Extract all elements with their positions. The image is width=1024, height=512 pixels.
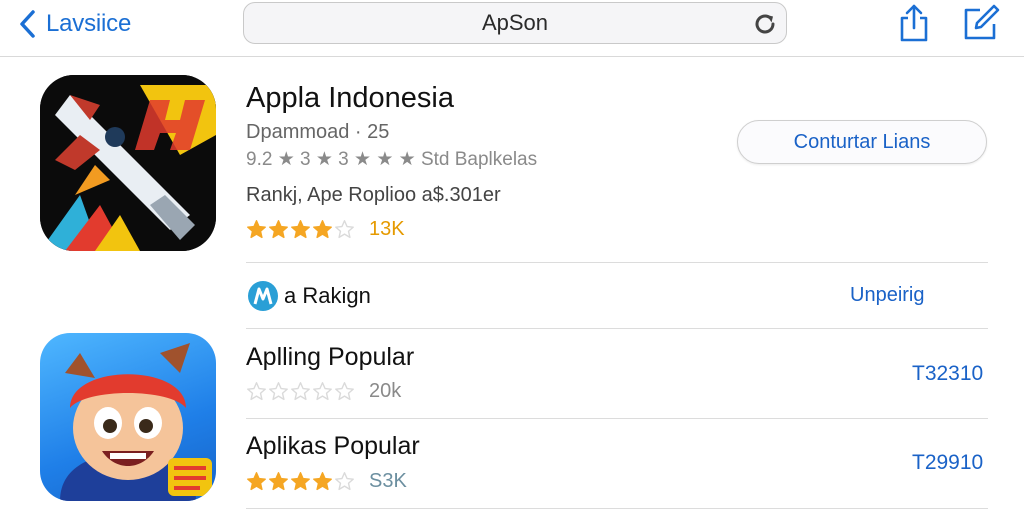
list-item-rating: S3K (246, 468, 407, 494)
divider (246, 262, 988, 263)
share-icon (900, 4, 928, 42)
star-icon (269, 219, 288, 238)
list-item-price[interactable]: T29910 (912, 451, 983, 475)
section-title: a Rakign (284, 283, 371, 308)
address-text: ApSon (481, 10, 549, 35)
app-icon-rocket[interactable] (40, 75, 216, 251)
cartoon-character-icon (60, 343, 212, 501)
star-icon (269, 471, 288, 490)
star-rating (246, 471, 355, 492)
star-icon (313, 381, 332, 400)
get-app-button[interactable]: Conturtar Lians (737, 120, 987, 164)
rating-count: 13K (369, 217, 405, 240)
star-icon (335, 381, 354, 400)
app-rating: 13K (246, 216, 405, 242)
get-app-label: Conturtar Lians (793, 130, 931, 153)
address-bar[interactable]: ApSon (243, 2, 787, 44)
compose-button[interactable] (960, 2, 1002, 44)
divider (246, 508, 988, 509)
reload-button[interactable] (750, 9, 780, 39)
chevron-left-icon (20, 10, 35, 38)
app-ranking: Rankj, Ape Roplioo a$.301er (246, 184, 501, 206)
star-icon (335, 219, 354, 238)
star-icon (291, 219, 310, 238)
star-icon (269, 381, 288, 400)
star-icon (247, 381, 266, 400)
app-icon-character[interactable] (40, 333, 216, 501)
app-title: Appla Indonesia (246, 82, 454, 114)
star-icon (313, 471, 332, 490)
star-icon (247, 471, 266, 490)
star-icon (247, 219, 266, 238)
rocket-icon (40, 75, 216, 251)
list-item-price[interactable]: T32310 (912, 362, 983, 386)
divider (246, 328, 988, 329)
share-button[interactable] (896, 2, 932, 44)
rating-summary: 9.2 ★ 3 ★ 3 ★ ★ ★ Std Baplkelas (246, 147, 537, 171)
star-icon (291, 381, 310, 400)
divider (246, 418, 988, 419)
star-rating (246, 219, 355, 240)
reload-icon (755, 14, 775, 34)
list-item-rating: 20k (246, 378, 401, 404)
star-icon (313, 219, 332, 238)
section-see-all-link[interactable]: Unpeirig (850, 284, 924, 307)
list-item-title[interactable]: Aplling Popular (246, 343, 414, 372)
star-icon (335, 471, 354, 490)
compose-icon (964, 4, 1000, 40)
section-header: a Rakign (246, 278, 371, 314)
toolbar-divider (0, 56, 1024, 57)
rating-count: S3K (369, 469, 407, 492)
app-subtitle: Dpammoad · 25 (246, 121, 390, 143)
star-rating (246, 381, 355, 402)
back-label: Lavsiice (46, 10, 132, 37)
ranking-badge-icon (248, 281, 278, 311)
back-button[interactable]: Lavsiice (18, 6, 131, 42)
list-item-title[interactable]: Aplikas Popular (246, 432, 420, 461)
star-icon (291, 471, 310, 490)
rating-count: 20k (369, 379, 402, 402)
rating-summary-text: 9.2 ★ 3 ★ 3 ★ ★ ★ Std Baplkelas (246, 148, 538, 170)
